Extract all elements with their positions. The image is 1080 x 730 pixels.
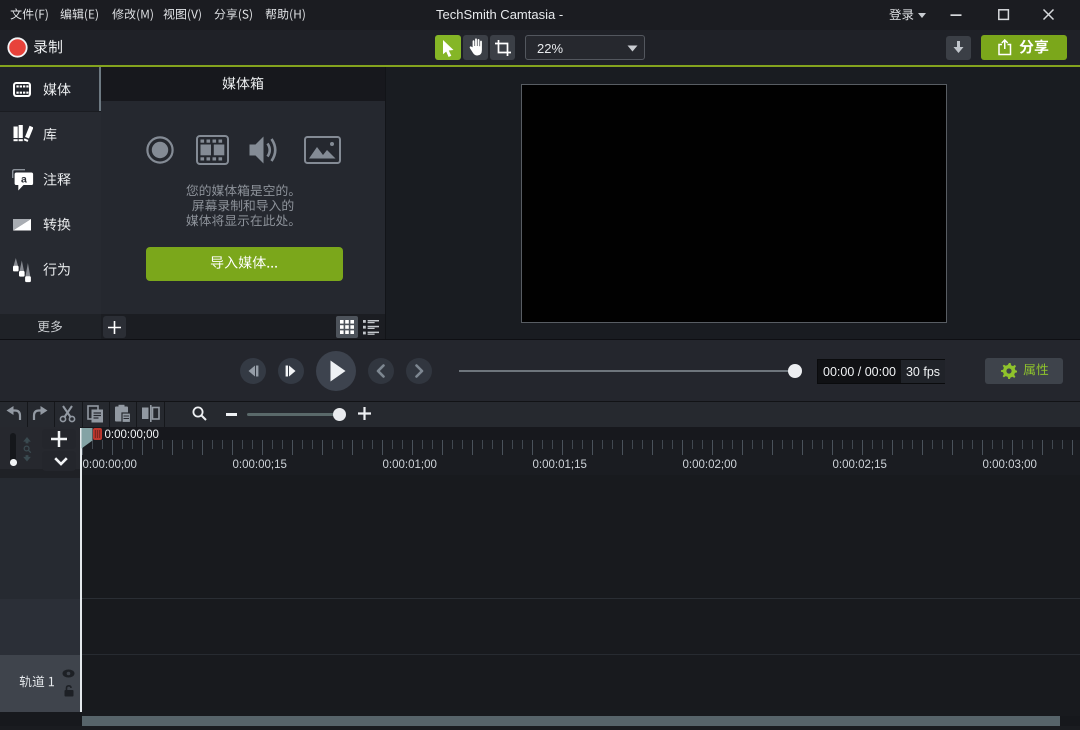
svg-text:a: a	[21, 173, 27, 185]
